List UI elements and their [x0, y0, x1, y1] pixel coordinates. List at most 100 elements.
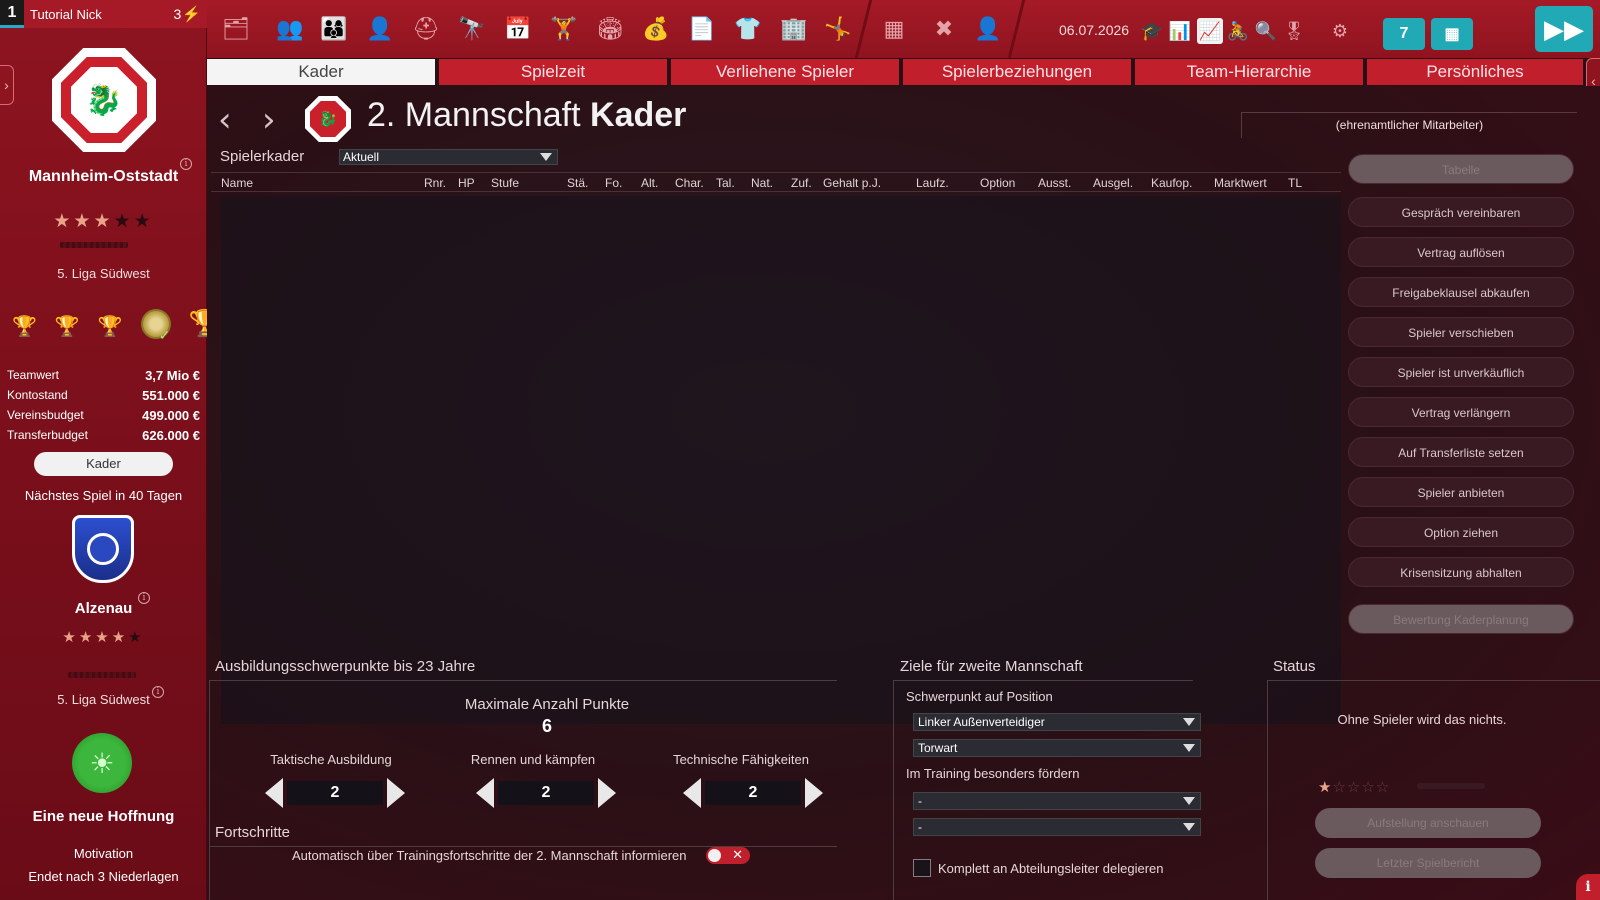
contract-icon[interactable]: 📄: [685, 12, 719, 46]
office-icon[interactable]: 🏢: [777, 12, 811, 46]
delegate-checkbox[interactable]: [913, 859, 931, 877]
col-header[interactable]: Tal.: [716, 176, 735, 190]
profile-bar[interactable]: 1 Tutorial Nick 3 ⚡: [0, 0, 207, 28]
position-select-1[interactable]: Linker Außenverteidiger: [913, 713, 1201, 731]
calendar-icon[interactable]: 📅: [501, 12, 535, 46]
col-header[interactable]: Stufe: [491, 176, 519, 190]
col-header[interactable]: Ausgel.: [1093, 176, 1133, 190]
cycling-icon[interactable]: 🚴: [1225, 18, 1251, 44]
col-header[interactable]: Marktwert: [1214, 176, 1267, 190]
gear-icon[interactable]: ⚙: [1327, 18, 1353, 44]
col-header[interactable]: HP: [458, 176, 475, 190]
info-icon[interactable]: i: [1576, 874, 1600, 900]
tab-persoenliches[interactable]: Persönliches: [1367, 59, 1583, 85]
increase-icon[interactable]: [387, 778, 405, 808]
col-header[interactable]: TL: [1288, 176, 1302, 190]
profile-slot[interactable]: 1: [0, 0, 24, 28]
forward-arrow-icon[interactable]: ›: [262, 100, 276, 140]
presentation-icon[interactable]: 📊: [1167, 18, 1193, 44]
calendar-month-button[interactable]: ▦: [1431, 18, 1473, 50]
sidebar-collapse-button[interactable]: ›: [0, 65, 14, 105]
move-player-button[interactable]: Spieler verschieben: [1348, 317, 1574, 347]
training-icon[interactable]: 🏋: [547, 12, 581, 46]
view-lineup-button[interactable]: Aufstellung anschauen: [1315, 808, 1541, 838]
player-icon[interactable]: 👤: [971, 12, 1005, 46]
crisis-meeting-button[interactable]: Krisensitzung abhalten: [1348, 557, 1574, 587]
col-header[interactable]: Nat.: [751, 176, 773, 190]
fast-forward-button[interactable]: ▶▶: [1535, 6, 1593, 52]
wheel-icon: [87, 533, 119, 565]
position-select-value: Linker Außenverteidiger: [918, 715, 1045, 729]
col-header[interactable]: Option: [980, 176, 1015, 190]
medal-ribbon-icon[interactable]: 🎖: [1281, 18, 1307, 44]
technical-stepper[interactable]: 2: [683, 778, 823, 808]
staff-icon[interactable]: 👤: [363, 12, 397, 46]
col-header[interactable]: Stä.: [567, 176, 588, 190]
col-header[interactable]: Laufz.: [916, 176, 949, 190]
col-header[interactable]: Fo.: [605, 176, 622, 190]
increase-icon[interactable]: [805, 778, 823, 808]
decrease-icon[interactable]: [683, 778, 701, 808]
energy-counter: 3 ⚡: [174, 5, 207, 23]
exercise-option-button[interactable]: Option ziehen: [1348, 517, 1574, 547]
buy-release-clause-button[interactable]: Freigabeklausel abkaufen: [1348, 277, 1574, 307]
increase-icon[interactable]: [598, 778, 616, 808]
tactics-icon[interactable]: ✖: [927, 12, 961, 46]
chevron-down-icon: [1183, 823, 1195, 831]
club-hierarchy-icon[interactable]: 🗂: [219, 12, 253, 46]
squad-icon[interactable]: 👨‍👩‍👦: [317, 12, 351, 46]
opponent-info-icon[interactable]: i: [138, 592, 150, 604]
tab-spielerbeziehungen[interactable]: Spielerbeziehungen: [903, 59, 1131, 85]
table-button[interactable]: Tabelle: [1348, 154, 1574, 184]
col-header[interactable]: Gehalt p.J.: [823, 176, 881, 190]
tactical-stepper[interactable]: 2: [265, 778, 405, 808]
squad-planning-rating-button[interactable]: Bewertung Kaderplanung: [1348, 604, 1574, 634]
extend-contract-button[interactable]: Vertrag verlängern: [1348, 397, 1574, 427]
offer-player-button[interactable]: Spieler anbieten: [1348, 477, 1574, 507]
scouting-icon[interactable]: 🔭: [455, 12, 489, 46]
tab-spielzeit[interactable]: Spielzeit: [439, 59, 667, 85]
transfer-list-button[interactable]: Auf Transferliste setzen: [1348, 437, 1574, 467]
search-icon[interactable]: 🔍: [1253, 18, 1279, 44]
statistics-icon[interactable]: 📈: [1197, 18, 1223, 44]
team-icon[interactable]: 👥: [273, 12, 307, 46]
club-info-icon[interactable]: i: [180, 158, 192, 170]
finance-icon[interactable]: 💰: [639, 12, 673, 46]
finance-row: Transferbudget 626.000 €: [7, 427, 200, 443]
last-match-report-button[interactable]: Letzter Spielbericht: [1315, 848, 1541, 878]
schedule-talk-button[interactable]: Gespräch vereinbaren: [1348, 197, 1574, 227]
col-header[interactable]: Alt.: [641, 176, 658, 190]
education-icon[interactable]: 🎓: [1139, 18, 1165, 44]
player-unsellable-button[interactable]: Spieler ist unverkäuflich: [1348, 357, 1574, 387]
col-header[interactable]: Kaufop.: [1151, 176, 1192, 190]
squad-button[interactable]: Kader: [34, 452, 173, 476]
position-select-2[interactable]: Torwart: [913, 739, 1201, 757]
calendar-day-button[interactable]: 7: [1383, 18, 1425, 50]
squad-table-body[interactable]: [221, 196, 1341, 724]
terminate-contract-button[interactable]: Vertrag auflösen: [1348, 237, 1574, 267]
col-header[interactable]: Char.: [675, 176, 704, 190]
col-header[interactable]: Zuf.: [791, 176, 812, 190]
col-header[interactable]: Name: [221, 176, 253, 190]
tab-verliehene-spieler[interactable]: Verliehene Spieler: [671, 59, 899, 85]
tab-kader[interactable]: Kader: [207, 59, 435, 85]
squad-filter-select[interactable]: Aktuell: [339, 149, 558, 165]
progress-toggle[interactable]: ✕: [706, 847, 750, 864]
opponent-crest[interactable]: [72, 515, 134, 583]
trophy-icon: 🏆: [54, 316, 80, 338]
jersey-icon[interactable]: 👕: [731, 12, 765, 46]
decrease-icon[interactable]: [476, 778, 494, 808]
running-stepper[interactable]: 2: [476, 778, 616, 808]
stadium-icon[interactable]: 🏟: [593, 12, 627, 46]
col-header[interactable]: Rnr.: [424, 176, 446, 190]
training-select-2[interactable]: -: [913, 818, 1201, 836]
youth-icon[interactable]: 🤸: [821, 12, 855, 46]
formation-icon[interactable]: ▦: [877, 12, 911, 46]
training-select-1[interactable]: -: [913, 792, 1201, 810]
tab-team-hierarchie[interactable]: Team-Hierarchie: [1135, 59, 1363, 85]
col-header[interactable]: Ausst.: [1038, 176, 1071, 190]
back-arrow-icon[interactable]: ‹: [218, 100, 232, 140]
decrease-icon[interactable]: [265, 778, 283, 808]
medical-icon[interactable]: ⛑: [409, 12, 443, 46]
league-info-icon[interactable]: i: [152, 686, 164, 698]
